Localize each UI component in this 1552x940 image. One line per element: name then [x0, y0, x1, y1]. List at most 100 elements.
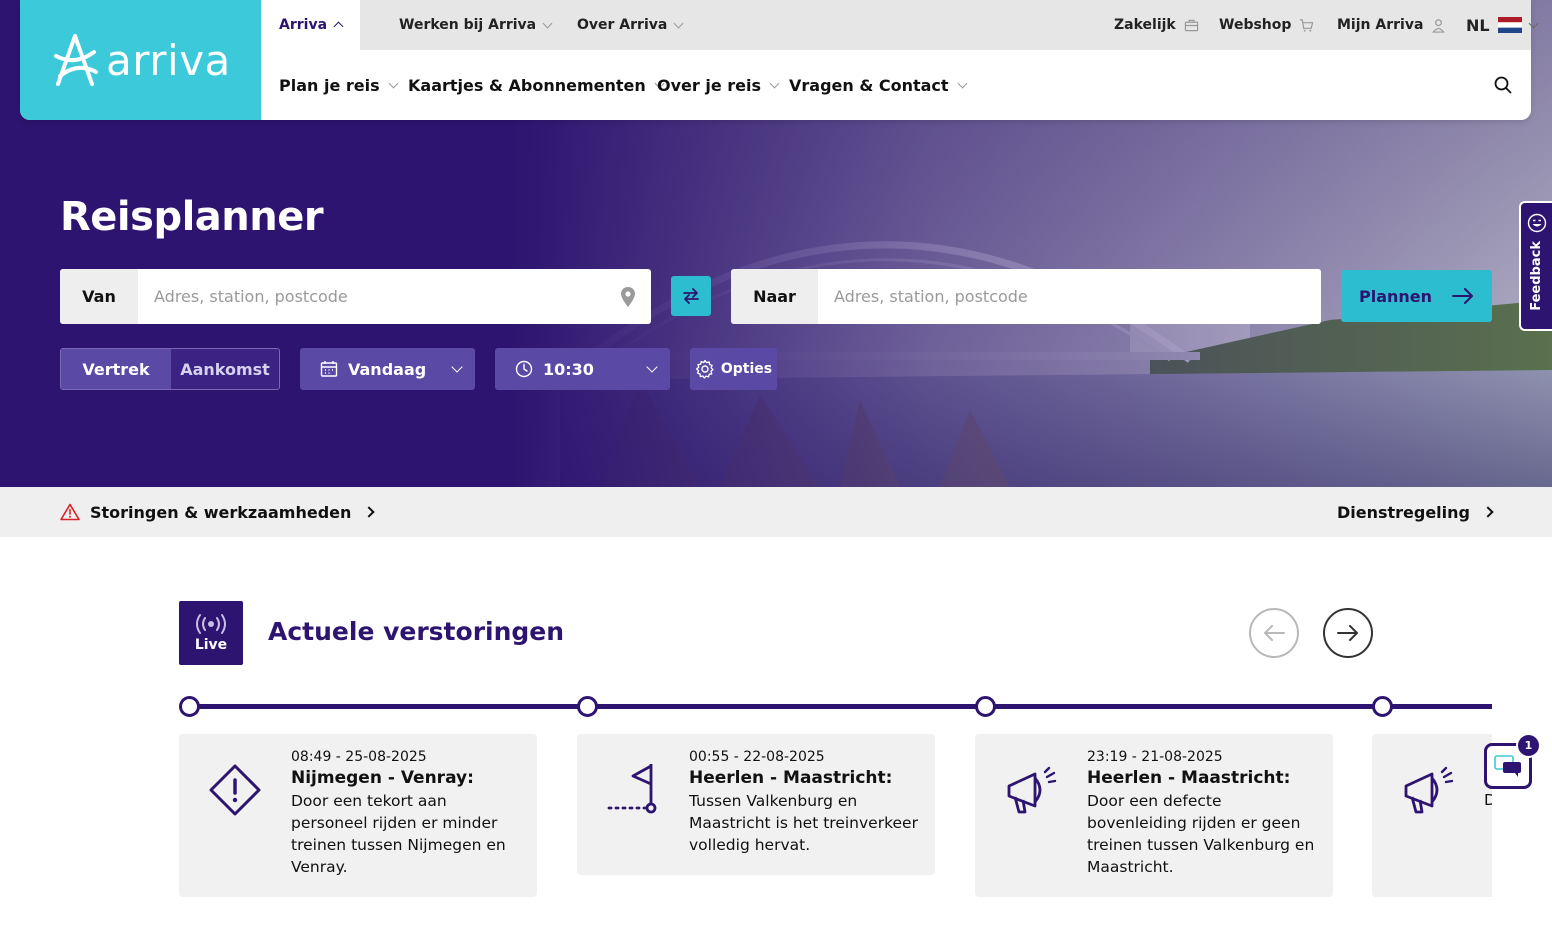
from-label: Van — [60, 269, 138, 324]
time-value: 10:30 — [543, 359, 594, 379]
location-pin-icon — [621, 286, 635, 307]
depart-arrive-toggle: Vertrek Aankomst — [60, 348, 280, 390]
megaphone-icon — [1404, 766, 1454, 814]
search-icon — [1494, 76, 1512, 94]
swap-locations-button[interactable] — [671, 276, 711, 316]
from-field: Van — [60, 269, 651, 324]
timeline-dot — [179, 696, 200, 717]
gear-icon — [695, 359, 714, 379]
feedback-tab[interactable]: Feedback — [1519, 201, 1552, 331]
to-field: Naar — [731, 269, 1321, 324]
card-time: 00:55 - 22-08-2025 — [689, 749, 825, 765]
depart-option[interactable]: Vertrek — [61, 349, 171, 389]
nav-over-je-reis[interactable]: Over je reis — [657, 50, 780, 120]
page-title: Reisplanner — [60, 194, 324, 240]
top-utility-bar: Arriva Werken bij Arriva Over Arriva Zak… — [261, 0, 1539, 50]
swap-arrows-icon — [683, 288, 699, 304]
card-title: Heerlen - Maastricht: — [689, 768, 893, 788]
webshop-link[interactable]: Webshop — [1219, 0, 1314, 50]
plan-button[interactable]: Plannen — [1341, 270, 1492, 322]
nav-vragen-contact[interactable]: Vragen & Contact — [789, 50, 968, 120]
megaphone-icon — [1007, 766, 1057, 814]
feedback-label: Feedback — [1529, 241, 1544, 311]
live-label: Live — [194, 637, 228, 653]
clock-icon — [515, 360, 533, 378]
disruption-card[interactable]: 00:55 - 22-08-2025 Heerlen - Maastricht:… — [577, 734, 935, 875]
card-time: 08:49 - 25-08-2025 — [291, 749, 427, 765]
topbar-item-label: Over Arriva — [577, 17, 668, 33]
chevron-down-icon — [646, 361, 658, 373]
topbar-item-label: Arriva — [279, 17, 328, 33]
chevron-down-icon — [451, 361, 463, 373]
carousel-prev-button[interactable] — [1249, 608, 1299, 658]
card-text: Tussen Valkenburg en Maastricht is het t… — [689, 792, 918, 854]
timeline-dot — [975, 696, 996, 717]
chevron-down-icon — [542, 18, 553, 28]
briefcase-icon — [1184, 19, 1198, 31]
mijn-arriva-link[interactable]: Mijn Arriva — [1337, 0, 1446, 50]
time-select[interactable]: 10:30 — [495, 348, 670, 390]
chevron-down-icon — [957, 78, 968, 88]
user-icon — [1432, 18, 1446, 33]
dienstregeling-label: Dienstregeling — [1336, 502, 1470, 522]
disruption-carousel: 08:49 - 25-08-2025 Nijmegen - Venray: Do… — [179, 734, 1492, 904]
chat-notification-badge: 1 — [1516, 733, 1541, 758]
disruption-card[interactable]: 23:19 - 21-08-2025 Heerlen - Maastricht:… — [975, 734, 1333, 897]
date-value: Vandaag — [348, 359, 427, 379]
storingen-label: Storingen & werkzaamheden — [90, 502, 352, 522]
arrow-right-icon — [1337, 625, 1358, 641]
chat-bubble-icon — [1494, 755, 1521, 777]
cart-icon — [1300, 18, 1314, 32]
dienstregeling-link[interactable]: Dienstregeling — [1336, 487, 1494, 537]
topbar-item-arriva[interactable]: Arriva — [261, 0, 361, 50]
to-label: Naar — [731, 269, 818, 324]
options-button[interactable]: Opties — [690, 348, 777, 390]
carousel-next-button[interactable] — [1323, 608, 1373, 658]
language-label: NL — [1466, 15, 1490, 35]
zakelijk-label: Zakelijk — [1114, 17, 1176, 33]
from-input[interactable] — [138, 269, 605, 324]
language-selector[interactable]: NL — [1466, 0, 1539, 50]
nav-label: Kaartjes & Abonnementen — [408, 75, 646, 95]
timeline-dot — [577, 696, 598, 717]
calendar-icon — [320, 361, 338, 377]
nav-plan-je-reis[interactable]: Plan je reis — [279, 50, 399, 120]
search-button[interactable] — [1494, 50, 1512, 120]
disruption-card[interactable]: D b n V — [1372, 734, 1492, 897]
main-nav: Plan je reis Kaartjes & Abonnementen Ove… — [261, 50, 1531, 120]
timeline-dot — [1372, 696, 1393, 717]
warning-triangle-icon — [60, 503, 80, 521]
storingen-link[interactable]: Storingen & werkzaamheden — [60, 487, 376, 537]
nav-label: Vragen & Contact — [789, 75, 949, 95]
nav-label: Over je reis — [657, 75, 761, 95]
notice-bar: Storingen & werkzaamheden Dienstregeling — [0, 487, 1552, 537]
site-header: arriva Arriva Werken bij Arriva Over Arr… — [20, 0, 1539, 120]
smiley-icon — [1527, 213, 1546, 233]
zakelijk-link[interactable]: Zakelijk — [1114, 0, 1199, 50]
timeline-line — [189, 704, 1492, 709]
live-badge: Live — [179, 601, 243, 665]
logo[interactable]: arriva — [20, 0, 261, 120]
chevron-down-icon — [769, 78, 780, 88]
date-select[interactable]: Vandaag — [300, 348, 475, 390]
disruption-card[interactable]: 08:49 - 25-08-2025 Nijmegen - Venray: Do… — [179, 734, 537, 897]
finish-flag-icon — [607, 764, 657, 814]
warning-diamond-icon — [209, 764, 261, 816]
nav-kaartjes[interactable]: Kaartjes & Abonnementen — [408, 50, 665, 120]
broadcast-icon — [196, 614, 226, 634]
location-pin-button[interactable] — [605, 269, 651, 324]
topbar-item-over[interactable]: Over Arriva — [577, 0, 684, 50]
arrow-left-icon — [1264, 625, 1285, 641]
topbar-item-label: Werken bij Arriva — [399, 17, 537, 33]
arrive-option[interactable]: Aankomst — [171, 349, 279, 389]
card-text: Door een defecte bovenleiding rijden er … — [1087, 792, 1315, 876]
chevron-right-icon — [363, 506, 376, 518]
card-title: Nijmegen - Venray: — [291, 768, 474, 788]
card-text: D b n V — [1484, 791, 1492, 809]
topbar-item-werken[interactable]: Werken bij Arriva — [399, 0, 553, 50]
chevron-down-icon — [1528, 18, 1539, 28]
logo-text: arriva — [106, 35, 231, 85]
card-text: Door een tekort aan personeel rijden er … — [291, 792, 506, 876]
to-input[interactable] — [818, 269, 1321, 324]
card-title: Heerlen - Maastricht: — [1087, 768, 1291, 788]
